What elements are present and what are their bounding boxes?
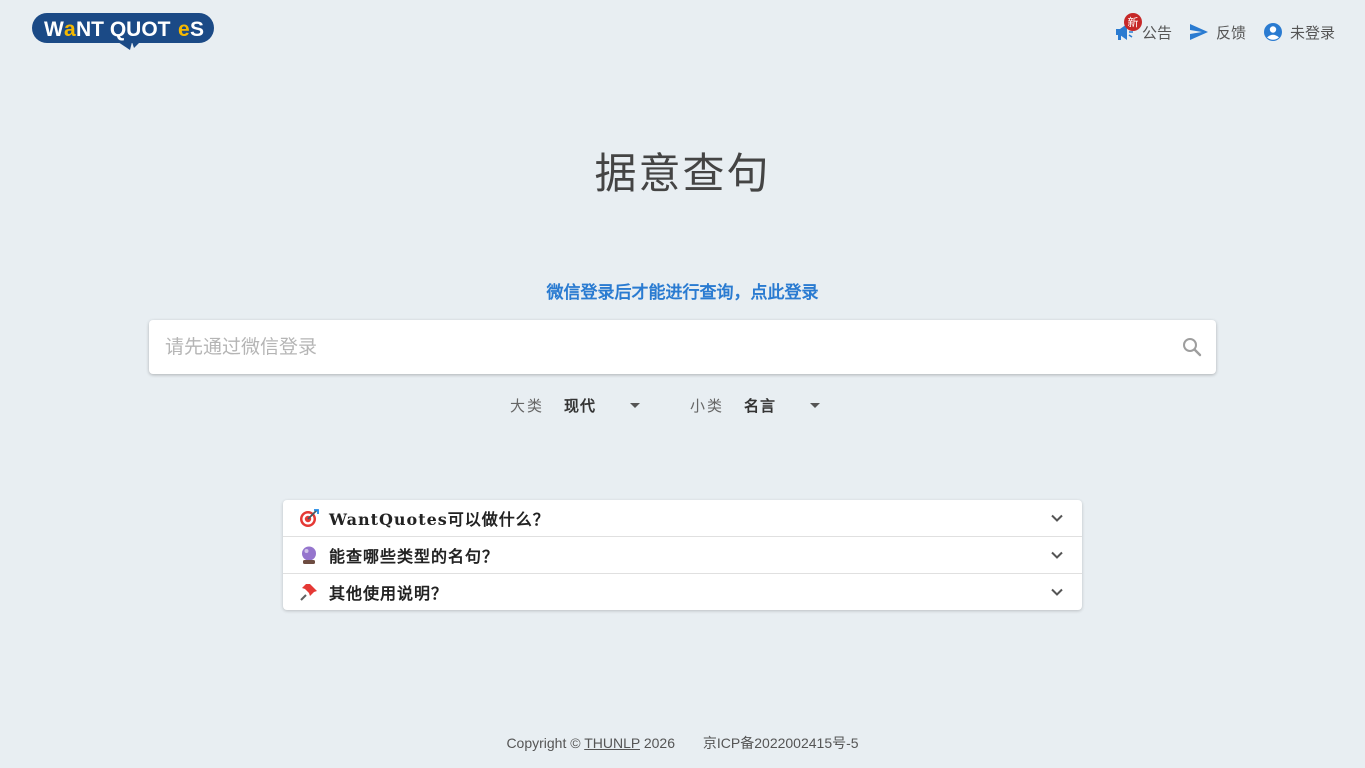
svg-text:NT QUOT: NT QUOT bbox=[76, 18, 171, 41]
crystal-ball-icon bbox=[299, 545, 319, 565]
icp-record[interactable]: 京ICP备2022002415号-5 bbox=[703, 735, 859, 751]
pushpin-icon bbox=[299, 582, 319, 602]
faq-panels: WantQuotes可以做什么？ 能查哪些类型的名句？ 其他使用说明？ bbox=[283, 500, 1082, 610]
subcategory-select[interactable]: 小类 名言 bbox=[690, 392, 821, 418]
faq-item-what-can-do[interactable]: WantQuotes可以做什么？ bbox=[283, 500, 1082, 537]
page-title: 据意查句 bbox=[594, 149, 771, 198]
target-icon bbox=[299, 508, 319, 528]
dropdown-arrow-icon bbox=[810, 402, 821, 408]
subcategory-value: 名言 bbox=[744, 396, 777, 415]
announcement-button[interactable]: 新 公告 bbox=[1114, 13, 1172, 44]
account-circle-icon bbox=[1262, 21, 1284, 43]
subcategory-label: 小类 bbox=[690, 396, 725, 415]
category-value: 现代 bbox=[564, 396, 597, 415]
faq-title: 其他使用说明？ bbox=[329, 584, 449, 603]
search-bar bbox=[149, 320, 1216, 374]
copyright-year: 2026 bbox=[643, 735, 676, 751]
svg-text:W: W bbox=[44, 18, 64, 41]
search-input[interactable] bbox=[149, 320, 1180, 374]
feedback-button[interactable]: 反馈 bbox=[1188, 20, 1246, 44]
account-label: 未登录 bbox=[1289, 23, 1335, 42]
top-nav: 新 公告 反馈 未登录 bbox=[1114, 13, 1335, 44]
svg-text:S: S bbox=[190, 18, 204, 41]
category-select[interactable]: 大类 现代 bbox=[510, 392, 641, 418]
new-badge: 新 bbox=[1123, 13, 1142, 31]
category-filters: 大类 现代 小类 名言 bbox=[510, 392, 821, 418]
faq-title: 能查哪些类型的名句？ bbox=[329, 547, 500, 566]
announcement-label: 公告 bbox=[1141, 23, 1172, 42]
copyright-text: Copyright © bbox=[506, 735, 581, 751]
thunlp-link[interactable]: THUNLP bbox=[584, 735, 640, 751]
send-icon bbox=[1188, 21, 1210, 43]
faq-item-quote-types[interactable]: 能查哪些类型的名句？ bbox=[283, 537, 1082, 574]
svg-text:a: a bbox=[64, 18, 76, 41]
faq-item-other-instructions[interactable]: 其他使用说明？ bbox=[283, 574, 1082, 610]
chevron-down-icon bbox=[1051, 551, 1063, 559]
svg-text:e: e bbox=[178, 18, 190, 41]
chevron-down-icon bbox=[1051, 588, 1063, 596]
category-label: 大类 bbox=[510, 396, 545, 415]
account-button[interactable]: 未登录 bbox=[1262, 20, 1335, 44]
megaphone-icon: 新 bbox=[1114, 13, 1142, 43]
dropdown-arrow-icon bbox=[630, 402, 641, 408]
wantquotes-logo[interactable]: W a NT QUOT e S bbox=[32, 12, 214, 52]
wechat-login-link[interactable]: 微信登录后才能进行查询，点此登录 bbox=[0, 278, 1365, 303]
footer: Copyright © THUNLP 2026 京ICP备2022002415号… bbox=[0, 733, 1365, 753]
feedback-label: 反馈 bbox=[1215, 23, 1246, 42]
search-icon[interactable] bbox=[1180, 335, 1204, 359]
faq-title: WantQuotes可以做什么？ bbox=[329, 510, 550, 529]
chevron-down-icon bbox=[1051, 514, 1063, 522]
